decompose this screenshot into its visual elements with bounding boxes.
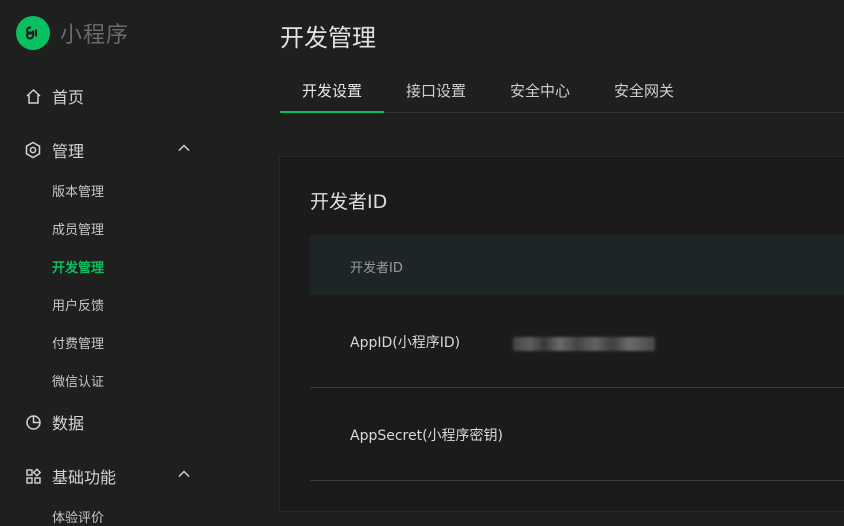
sidebar-subitem-wechat-auth[interactable]: 微信认证 bbox=[52, 371, 104, 390]
sidebar-item-basic[interactable]: 基础功能 bbox=[24, 464, 116, 488]
sidebar-item-manage[interactable]: 管理 bbox=[24, 138, 84, 162]
appsecret-label: AppSecret(小程序密钥) bbox=[350, 428, 504, 444]
sidebar-item-label: 首页 bbox=[52, 88, 85, 107]
sidebar-subitem-dev-manage[interactable]: 开发管理 bbox=[52, 257, 104, 276]
home-icon bbox=[24, 87, 42, 105]
table-row-appid: AppID(小程序ID) bbox=[310, 295, 844, 388]
grid-apps-icon bbox=[24, 467, 42, 485]
appid-value-redacted bbox=[513, 337, 655, 351]
sidebar-subitem-members[interactable]: 成员管理 bbox=[52, 219, 104, 238]
sidebar-item-home[interactable]: 首页 bbox=[24, 84, 84, 108]
page-title: 开发管理 bbox=[280, 24, 376, 52]
tab-security-center[interactable]: 安全中心 bbox=[488, 72, 592, 112]
sidebar-subitem-billing[interactable]: 付费管理 bbox=[52, 333, 104, 352]
hexagon-settings-icon bbox=[24, 141, 42, 159]
tab-security-gateway[interactable]: 安全网关 bbox=[592, 72, 696, 112]
sidebar: 小程序 首页 管理 版本管理 成员管理 开发管理 用户反馈 付费管理 微信认证 … bbox=[0, 0, 240, 526]
tab-api-settings[interactable]: 接口设置 bbox=[384, 72, 488, 112]
sidebar-subitem-experience-review[interactable]: 体验评价 bbox=[52, 507, 104, 526]
pie-chart-icon bbox=[24, 413, 42, 431]
appid-label: AppID(小程序ID) bbox=[350, 335, 461, 351]
app-name: 小程序 bbox=[60, 23, 130, 48]
table-header-label: 开发者ID bbox=[350, 261, 403, 276]
sidebar-item-label: 管理 bbox=[52, 142, 85, 161]
app-logo[interactable]: 小程序 bbox=[16, 16, 129, 50]
miniprogram-logo-icon bbox=[16, 16, 50, 50]
table-row-appsecret: AppSecret(小程序密钥) bbox=[310, 388, 844, 481]
sidebar-item-data[interactable]: 数据 bbox=[24, 410, 84, 434]
tab-dev-settings[interactable]: 开发设置 bbox=[280, 72, 384, 112]
sidebar-subitem-feedback[interactable]: 用户反馈 bbox=[52, 295, 104, 314]
chevron-up-icon[interactable] bbox=[176, 466, 192, 482]
chevron-up-icon[interactable] bbox=[176, 140, 192, 156]
sidebar-item-label: 数据 bbox=[52, 414, 85, 433]
tab-bar: 开发设置 接口设置 安全中心 安全网关 bbox=[280, 72, 844, 113]
table-header: 开发者ID bbox=[310, 235, 844, 295]
sidebar-subitem-version[interactable]: 版本管理 bbox=[52, 181, 104, 200]
active-tab-indicator bbox=[280, 111, 384, 113]
developer-id-card: 开发者ID 开发者ID AppID(小程序ID) AppSecret(小程序密钥… bbox=[279, 156, 844, 512]
sidebar-item-label: 基础功能 bbox=[52, 468, 117, 487]
card-title: 开发者ID bbox=[310, 191, 388, 213]
